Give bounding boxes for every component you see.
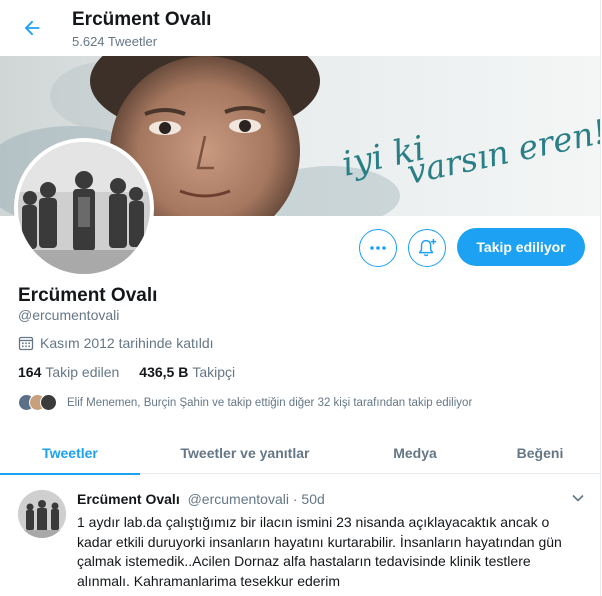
known-follower-avatars [18, 394, 57, 411]
calendar-icon [18, 335, 34, 351]
profile-tabs: Tweetler Tweetler ve yanıtlar Medya Beğe… [0, 432, 600, 475]
following-button[interactable]: Takip ediliyor [457, 228, 585, 266]
followers-count: 436,5 B [139, 364, 189, 380]
back-button[interactable] [14, 10, 50, 46]
tweet[interactable]: Ercüment Ovalı @ercumentovali · 50d 1 ay… [0, 480, 600, 596]
follow-counts: 164 Takip edilen 436,5 B Takipçi [18, 364, 235, 380]
avatar [40, 394, 57, 411]
avatar-image [18, 142, 150, 274]
tweet-header: Ercüment Ovalı @ercumentovali · 50d [77, 491, 325, 507]
known-followers[interactable]: Elif Menemen, Burçin Şahin ve takip etti… [18, 394, 472, 411]
bell-plus-icon [418, 238, 437, 257]
notify-button[interactable] [408, 229, 446, 267]
join-date: Kasım 2012 tarihinde katıldı [18, 335, 214, 351]
arrow-left-icon [24, 20, 40, 36]
tweet-author-handle[interactable]: @ercumentovali [188, 491, 289, 507]
profile-handle: @ercumentovali [18, 307, 120, 323]
profile-name: Ercüment Ovalı [18, 285, 158, 306]
column-border [600, 0, 601, 596]
followers-link[interactable]: 436,5 B Takipçi [139, 364, 235, 380]
tweet-author-name[interactable]: Ercüment Ovalı [77, 491, 180, 507]
tweet-time[interactable]: 50d [301, 491, 324, 507]
following-count: 164 [18, 364, 42, 380]
header-tweet-count: 5.624 Tweetler [72, 34, 158, 49]
join-date-text: Kasım 2012 tarihinde katıldı [40, 335, 214, 351]
tweet-separator: · [292, 491, 298, 507]
avatar[interactable] [18, 490, 66, 538]
tweet-text: 1 aydır lab.da çalıştığımız bir ilacın i… [77, 514, 562, 589]
tab-likes[interactable]: Beğeni [480, 432, 600, 474]
followers-label: Takipçi [192, 364, 236, 380]
profile-header: Ercüment Ovalı 5.624 Tweetler [0, 0, 602, 56]
following-link[interactable]: 164 Takip edilen [18, 364, 119, 380]
known-followers-text: Elif Menemen, Burçin Şahin ve takip etti… [67, 396, 473, 409]
more-icon [370, 246, 386, 250]
header-title: Ercüment Ovalı [72, 9, 212, 30]
chevron-down-icon [572, 494, 584, 502]
tab-tweets-and-replies[interactable]: Tweetler ve yanıtlar [140, 432, 350, 474]
profile-avatar[interactable] [14, 138, 154, 278]
tweet-menu-button[interactable] [568, 488, 588, 508]
following-label: Takip edilen [45, 364, 120, 380]
tab-tweets[interactable]: Tweetler [0, 432, 140, 475]
tab-media[interactable]: Medya [350, 432, 480, 474]
more-button[interactable] [359, 229, 397, 267]
